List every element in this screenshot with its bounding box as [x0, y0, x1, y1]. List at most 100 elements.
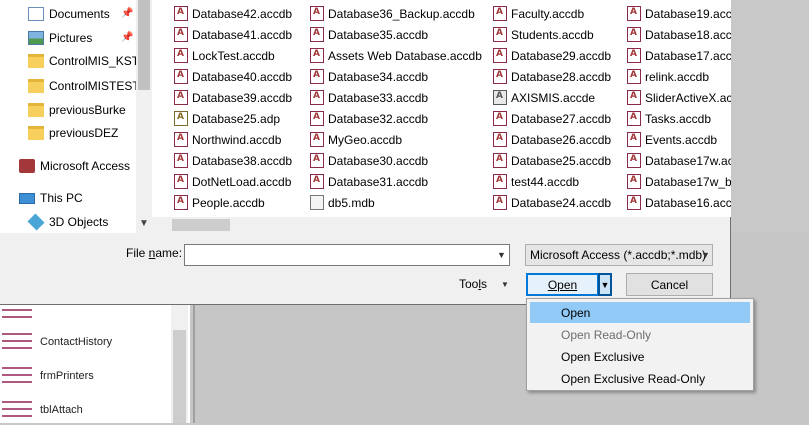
open-options-dropdown-button[interactable]: ▼: [598, 273, 612, 296]
file-item[interactable]: Database29.accdb: [493, 45, 611, 66]
file-item[interactable]: SliderActiveX.accdb: [627, 87, 731, 108]
nav-item-previousburke[interactable]: previousBurke: [0, 99, 136, 121]
nav-item-tblattach[interactable]: tblAttach: [0, 395, 170, 425]
nav-item-frmprinters[interactable]: frmPrinters: [0, 361, 170, 391]
menu-item-open[interactable]: Open: [530, 302, 750, 323]
file-item[interactable]: db5.mdb: [310, 192, 375, 213]
menu-item-open-exclusive[interactable]: Open Exclusive: [530, 346, 750, 367]
nav-item-label: 3D Objects: [49, 215, 109, 229]
file-name: Northwind.accdb: [192, 132, 282, 147]
file-item[interactable]: Database33.accdb: [310, 87, 428, 108]
file-item[interactable]: Database30.accdb: [310, 150, 428, 171]
nav-item-previousdez[interactable]: previousDEZ: [0, 122, 136, 144]
file-item[interactable]: Assets Web Database.accdb: [310, 45, 482, 66]
file-item[interactable]: Database24.accdb: [493, 192, 611, 213]
file-item[interactable]: Database18.accdb: [627, 24, 731, 45]
file-item[interactable]: DotNetLoad.accdb: [174, 171, 291, 192]
file-item[interactable]: Database32.accdb: [310, 108, 428, 129]
nav-item-pictures[interactable]: Pictures 📌: [0, 27, 136, 49]
navigation-pane-scroll-thumb[interactable]: [173, 330, 186, 423]
open-button[interactable]: Open: [526, 273, 599, 296]
nav-item-documents[interactable]: Documents 📌: [0, 3, 136, 25]
menu-item-label: Open Read-Only: [561, 327, 652, 342]
file-item[interactable]: Northwind.accdb: [174, 129, 281, 150]
file-item[interactable]: Database27.accdb: [493, 108, 611, 129]
access-file-icon: [493, 48, 507, 63]
file-type-select[interactable]: Microsoft Access (*.accdb;*.mdb): [525, 244, 713, 266]
file-item[interactable]: Students.accdb: [493, 24, 594, 45]
file-name: Database19.accdb: [645, 6, 731, 21]
file-name: Assets Web Database.accdb: [328, 48, 482, 63]
file-item[interactable]: Database34.accdb: [310, 66, 428, 87]
file-item[interactable]: LockTest.accdb: [174, 45, 275, 66]
file-name: Database24.accdb: [511, 195, 612, 210]
file-name: Database28.accdb: [511, 69, 612, 84]
file-name-input[interactable]: [184, 244, 510, 266]
chevron-down-icon[interactable]: ▼: [139, 218, 149, 229]
file-item[interactable]: Faculty.accdb: [493, 3, 584, 24]
file-item[interactable]: Database16.accdb: [627, 192, 731, 213]
nav-item-3d-objects[interactable]: 3D Objects: [0, 211, 136, 233]
cancel-button[interactable]: Cancel: [626, 273, 713, 296]
file-name: DotNetLoad.accdb: [192, 174, 292, 189]
access-file-icon: [310, 90, 324, 105]
access-file-icon: [627, 90, 641, 105]
access-file-icon: [627, 111, 641, 126]
chevron-down-icon[interactable]: ▼: [497, 250, 506, 260]
nav-item-this-pc[interactable]: This PC: [0, 187, 136, 209]
nav-item-controlmis-ksti[interactable]: ControlMIS_KSTI: [0, 50, 136, 72]
access-file-icon: [310, 132, 324, 147]
access-file-icon: [310, 69, 324, 84]
file-item[interactable]: Events.accdb: [627, 129, 717, 150]
file-list-horizontal-scrollbar[interactable]: [152, 217, 729, 233]
file-name: LockTest.accdb: [192, 48, 275, 63]
nav-item-contacthistory[interactable]: ContactHistory: [0, 327, 170, 357]
file-item[interactable]: Database41.accdb: [174, 24, 292, 45]
menu-item-open-exclusive-read-only[interactable]: Open Exclusive Read-Only: [530, 368, 750, 389]
tools-button[interactable]: Tools: [459, 277, 487, 291]
file-name: AXISMIS.accde: [511, 90, 596, 105]
access-file-icon: [310, 27, 324, 42]
nav-item-controlmistest[interactable]: ControlMISTEST: [0, 75, 136, 97]
folder-icon: [28, 54, 44, 68]
file-item[interactable]: MyGeo.accdb: [310, 129, 402, 150]
file-item[interactable]: test44.accdb: [493, 171, 579, 192]
access-file-icon: [174, 90, 188, 105]
file-item[interactable]: Database36_Backup.accdb: [310, 3, 475, 24]
file-item[interactable]: Database40.accdb: [174, 66, 292, 87]
file-item[interactable]: Database25.adp: [174, 108, 280, 129]
open-options-menu: Open Open Read-Only Open Exclusive Open …: [526, 298, 754, 391]
file-name: Database33.accdb: [328, 90, 429, 105]
file-item[interactable]: Database25.accdb: [493, 150, 611, 171]
file-name: Database29.accdb: [511, 48, 612, 63]
file-item[interactable]: relink.accdb: [627, 66, 709, 87]
file-item[interactable]: Database17w_be.accdb: [627, 171, 731, 192]
file-item[interactable]: People.accdb: [174, 192, 265, 213]
file-item[interactable]: Database26.accdb: [493, 129, 611, 150]
file-item[interactable]: Database17w.accdb: [627, 150, 731, 171]
file-item[interactable]: Tasks.accdb: [627, 108, 711, 129]
file-item[interactable]: Database35.accdb: [310, 24, 428, 45]
chevron-down-icon[interactable]: ▼: [701, 250, 710, 260]
menu-item-label: Open Exclusive: [561, 349, 645, 364]
menu-item-open-read-only[interactable]: Open Read-Only: [530, 324, 750, 345]
access-file-icon: [627, 69, 641, 84]
file-item[interactable]: Database39.accdb: [174, 87, 292, 108]
file-list-scroll-thumb[interactable]: [172, 219, 230, 231]
file-name-label: File name:: [126, 246, 183, 260]
access-file-icon: [493, 27, 507, 42]
file-item[interactable]: AXISMIS.accde: [493, 87, 595, 108]
nav-item-microsoft-access[interactable]: Microsoft Access: [0, 155, 136, 177]
file-item[interactable]: Database38.accdb: [174, 150, 292, 171]
table-icon: [2, 399, 32, 421]
file-item[interactable]: Database28.accdb: [493, 66, 611, 87]
file-type-value: Microsoft Access (*.accdb;*.mdb): [530, 248, 707, 262]
nav-item-label: ControlMIS_KSTI: [49, 54, 136, 68]
file-item[interactable]: Database17.accdb: [627, 45, 731, 66]
nav-pane-scroll-thumb[interactable]: [138, 0, 150, 90]
file-item[interactable]: Database42.accdb: [174, 3, 292, 24]
file-name: Database16.accdb: [645, 195, 731, 210]
access-file-icon: [174, 174, 188, 189]
file-item[interactable]: Database31.accdb: [310, 171, 428, 192]
file-item[interactable]: Database19.accdb: [627, 3, 731, 24]
